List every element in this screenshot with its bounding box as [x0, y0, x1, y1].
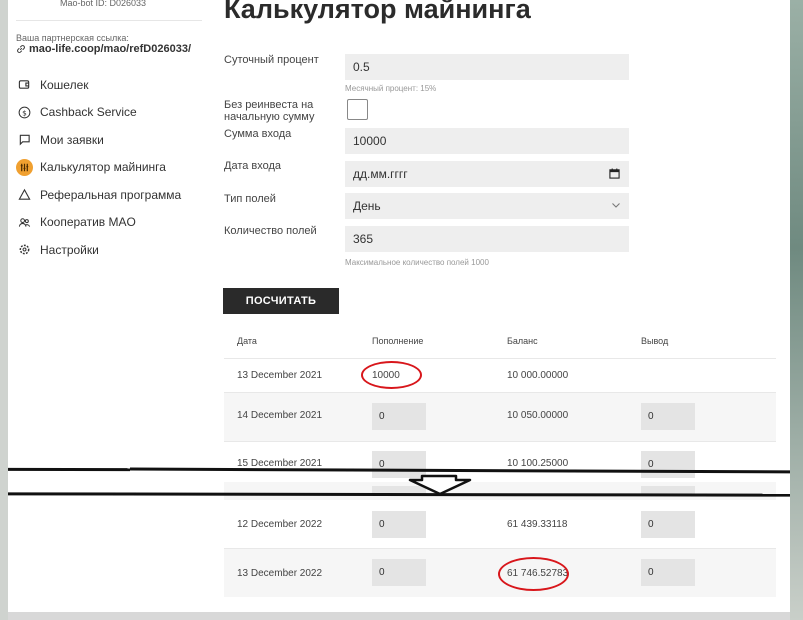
monthly-percent-hint: Месячный процент: 15% [345, 84, 437, 93]
table-row: 12 December 2022 0 61 439.33118 0 [224, 500, 776, 548]
reinvest-checkbox[interactable] [347, 99, 368, 120]
window-left-edge [0, 0, 8, 620]
wallet-icon [16, 76, 33, 93]
annotation-oval-deposit [361, 361, 422, 389]
amount-input[interactable]: 10000 [345, 128, 629, 154]
row-deposit-input[interactable]: 0 [372, 559, 426, 586]
sidebar-item-wallet[interactable]: Кошелек [16, 71, 206, 99]
triangle-icon [16, 186, 33, 203]
row-withdraw-input[interactable]: 0 [641, 403, 695, 430]
row-deposit-input[interactable]: 0 [372, 403, 426, 430]
row-withdraw-input[interactable]: 0 [641, 511, 695, 538]
daily-percent-label: Суточный процент [224, 54, 319, 66]
skipped-rows-region [224, 482, 776, 500]
column-header-deposit: Пополнение [372, 336, 424, 346]
row-withdraw-input[interactable]: 0 [641, 451, 695, 478]
desktop-background-edge [790, 0, 803, 620]
row-date: 13 December 2022 [237, 568, 323, 579]
chat-icon [16, 131, 33, 148]
row-withdraw-input[interactable]: 0 [641, 559, 695, 586]
column-header-balance: Баланс [507, 336, 538, 346]
referral-link-text: mao-life.coop/mao/refD026033/ [29, 43, 192, 55]
sidebar-item-label: Реферальная программа [40, 187, 182, 202]
users-icon [16, 214, 33, 231]
sidebar-item-label: Мои заявки [40, 132, 104, 147]
sidebar-item-mining-calculator[interactable]: Калькулятор майнинга [16, 154, 206, 182]
row-date: 14 December 2021 [237, 410, 323, 421]
gear-icon [16, 241, 33, 258]
sidebar-item-label: Кошелек [40, 77, 89, 92]
calendar-icon[interactable] [609, 168, 620, 179]
column-header-withdraw: Вывод [641, 336, 669, 346]
entry-date-label: Дата входа [224, 160, 282, 172]
sidebar-item-cooperative[interactable]: Кооператив MAO [16, 209, 206, 237]
annotation-cut-line [8, 467, 131, 472]
sidebar-divider [16, 20, 202, 21]
table-row: 13 December 2021 10000 10 000.00000 [224, 359, 776, 392]
amount-label: Сумма входа [224, 128, 292, 140]
annotation-oval-balance [498, 557, 569, 591]
calculate-button[interactable]: ПОСЧИТАТЬ [223, 288, 339, 314]
daily-percent-input[interactable]: 0.5 [345, 54, 629, 80]
table-row: 15 December 2021 0 10 100.25000 0 [224, 442, 776, 482]
page-title: Калькулятор майнинга [224, 0, 531, 24]
field-type-value: День [353, 199, 381, 213]
calculator-icon [16, 158, 33, 176]
sidebar-item-label: Cashback Service [40, 105, 137, 120]
row-date: 13 December 2021 [237, 370, 323, 381]
row-balance: 10 100.25000 [507, 458, 569, 469]
svg-text:$: $ [22, 108, 27, 117]
sidebar-item-label: Настройки [40, 242, 99, 257]
sidebar-item-requests[interactable]: Мои заявки [16, 126, 206, 154]
row-balance: 10 050.00000 [507, 410, 569, 421]
field-count-label: Количество полей [224, 225, 317, 237]
field-type-select[interactable]: День [345, 193, 629, 219]
row-balance: 10 000.00000 [507, 370, 569, 381]
entry-date-placeholder: дд.мм.гггг [353, 167, 408, 181]
referral-label: Ваша партнерская ссылка: [16, 33, 129, 43]
page: Mao-bot ID: D026033 Ваша партнерская ссы… [8, 0, 790, 612]
row-balance: 61 439.33118 [507, 519, 568, 530]
link-icon [17, 45, 25, 53]
column-header-date: Дата [237, 336, 257, 346]
field-count-input[interactable]: 365 [345, 226, 629, 252]
sidebar-item-cashback[interactable]: $ Cashback Service [16, 99, 206, 127]
referral-link[interactable]: mao-life.coop/mao/refD026033/ [16, 43, 191, 55]
entry-date-input[interactable]: дд.мм.гггг [345, 161, 629, 187]
sidebar-item-settings[interactable]: Настройки [16, 236, 206, 264]
sidebar: Mao-bot ID: D026033 Ваша партнерская ссы… [8, 0, 208, 612]
reinvest-label: Без реинвеста на начальную сумму [224, 99, 315, 123]
field-type-label: Тип полей [224, 193, 276, 205]
chevron-down-icon [612, 203, 620, 208]
user-id: Mao-bot ID: D026033 [60, 0, 147, 8]
max-fields-hint: Максимальное количество полей 1000 [345, 258, 489, 267]
sidebar-item-label: Калькулятор майнинга [40, 160, 166, 175]
row-deposit-input[interactable]: 0 [372, 511, 426, 538]
row-date: 12 December 2022 [237, 519, 323, 530]
down-arrow-icon [408, 474, 472, 496]
sidebar-item-label: Кооператив MAO [40, 215, 136, 230]
dollar-icon: $ [16, 104, 33, 121]
sidebar-nav: Кошелек $ Cashback Service Мои заявки Ка… [16, 71, 206, 264]
sidebar-item-referral[interactable]: Реферальная программа [16, 181, 206, 209]
table-row: 14 December 2021 0 10 050.00000 0 [224, 393, 776, 441]
